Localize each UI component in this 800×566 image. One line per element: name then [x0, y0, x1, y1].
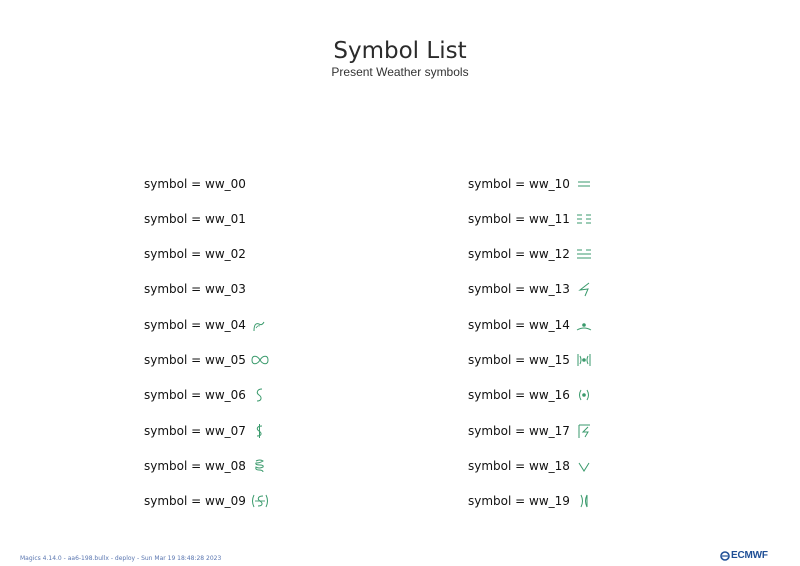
symbol-label: symbol = ww_06 [144, 388, 246, 403]
symbol-row: symbol = ww_17 [468, 413, 593, 448]
ww-03-icon [251, 281, 269, 297]
symbol-label: symbol = ww_14 [468, 317, 570, 332]
symbol-row: symbol = ww_16 [468, 378, 593, 413]
ww-07-dust-raised-icon [251, 423, 269, 439]
ecmwf-logo-icon [720, 550, 730, 561]
ww-11-shallow-fog-patches-icon [575, 211, 593, 227]
ww-09-duststorm-icon [251, 493, 269, 509]
symbol-label: symbol = ww_10 [468, 176, 570, 191]
ww-18-squalls-icon [575, 458, 593, 474]
symbol-label: symbol = ww_11 [468, 211, 570, 226]
ww-19-funnel-cloud-icon [575, 493, 593, 509]
symbol-label: symbol = ww_08 [144, 458, 246, 473]
symbol-label: symbol = ww_13 [468, 282, 570, 297]
symbol-row: symbol = ww_02 [144, 237, 269, 272]
ww-01-icon [251, 211, 269, 227]
ww-12-shallow-fog-continuous-icon [575, 246, 593, 262]
symbol-label: symbol = ww_05 [144, 353, 246, 367]
page-subtitle: Present Weather symbols [331, 65, 469, 79]
symbol-row: symbol = ww_19 [468, 484, 593, 519]
ww-15-precip-distant-icon [575, 352, 593, 368]
symbol-label: symbol = ww_09 [144, 494, 246, 509]
symbol-label: symbol = ww_00 [144, 176, 246, 191]
ww-08-dust-whirl-icon [251, 458, 269, 474]
symbol-row: symbol = ww_12 [468, 237, 593, 272]
symbol-label: symbol = ww_16 [468, 388, 570, 403]
symbol-row: symbol = ww_11 [468, 201, 593, 236]
symbol-row: symbol = ww_03 [144, 272, 269, 307]
footer-info: Magics 4.14.0 - aa6-198.bullx - deploy -… [20, 555, 222, 562]
symbol-row: symbol = ww_01 [144, 201, 269, 236]
symbol-row: symbol = ww_00 [144, 166, 269, 201]
ecmwf-logo-text: ECMWF [731, 550, 768, 561]
ww-10-mist-icon [575, 176, 593, 192]
ww-13-lightning-icon [575, 281, 593, 297]
ww-16-precip-near-icon [575, 387, 593, 403]
symbol-row: symbol = ww_09 [144, 484, 269, 519]
ww-00-icon [251, 176, 269, 192]
symbol-row: symbol = ww_18 [468, 448, 593, 483]
symbol-row: symbol = ww_06 [144, 378, 269, 413]
symbol-row: symbol = ww_10 [468, 166, 593, 201]
symbol-row: symbol = ww_08 [144, 448, 269, 483]
ww-06-dust-icon [251, 387, 269, 403]
symbol-label: symbol = ww_07 [144, 423, 246, 438]
symbol-label: symbol = ww_17 [468, 423, 570, 438]
symbol-label: symbol = ww_04 [144, 317, 246, 332]
symbol-label: symbol = ww_19 [468, 494, 570, 509]
symbol-row: symbol = ww_07 [144, 413, 269, 448]
symbol-label: symbol = ww_02 [144, 247, 246, 262]
page-title: Symbol List [333, 38, 467, 64]
symbol-row: symbol = ww_14 [468, 307, 593, 342]
symbol-label: symbol = ww_18 [468, 458, 570, 473]
ww-02-icon [251, 246, 269, 262]
ww-14-precip-not-reaching-icon [575, 317, 593, 333]
symbol-label: symbol = ww_01 [144, 211, 246, 226]
symbol-row: symbol = ww_05 [144, 343, 269, 378]
symbol-row: symbol = ww_15 [468, 343, 593, 378]
symbol-label: symbol = ww_03 [144, 282, 246, 297]
symbol-row: symbol = ww_04 [144, 307, 269, 342]
ecmwf-logo: ECMWF [720, 550, 768, 561]
symbol-label: symbol = ww_12 [468, 247, 570, 262]
ww-04-smoke-icon [251, 317, 269, 333]
symbol-row: symbol = ww_13 [468, 272, 593, 307]
symbol-label: symbol = ww_15 [468, 353, 570, 367]
ww-17-thunderstorm-icon [575, 423, 593, 439]
ww-05-haze-icon [251, 352, 269, 368]
